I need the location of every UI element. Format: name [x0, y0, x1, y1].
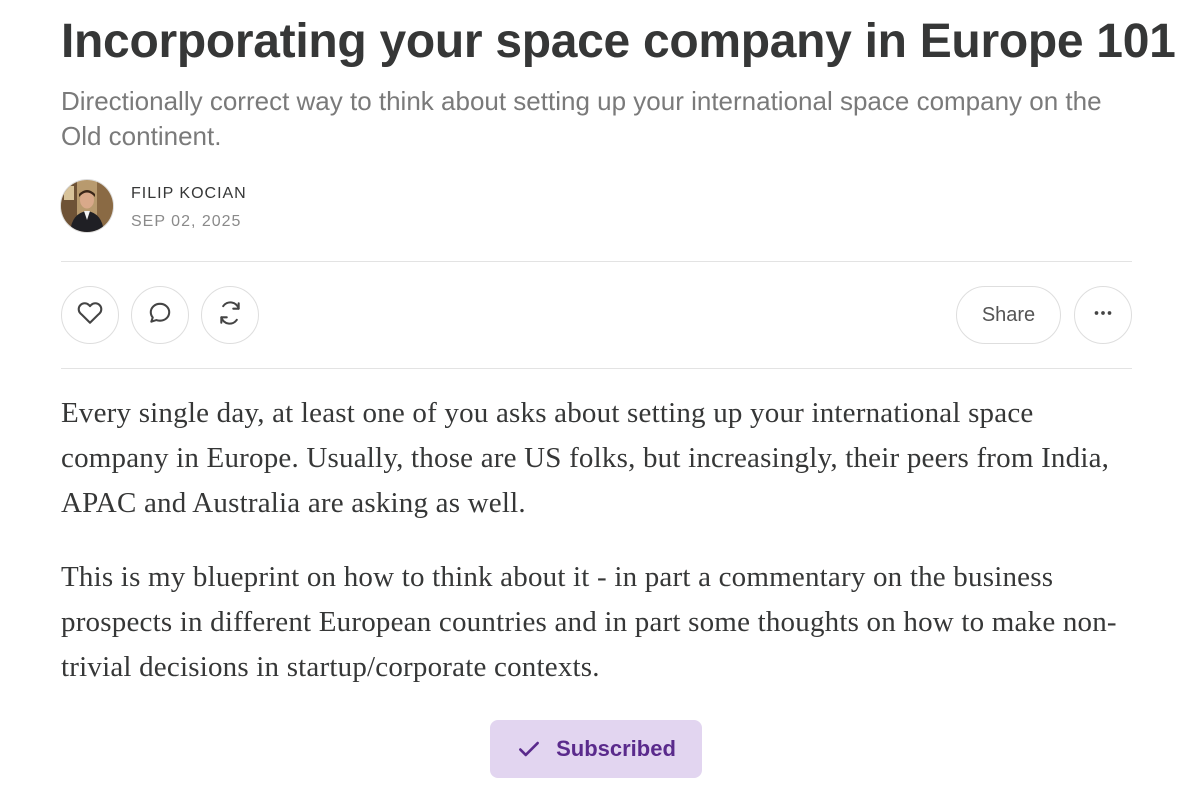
subscribed-button[interactable]: Subscribed — [490, 720, 702, 778]
author-name[interactable]: FILIP KOCIAN — [131, 185, 247, 203]
author-avatar[interactable] — [61, 180, 113, 232]
divider-bottom — [61, 368, 1132, 369]
body-paragraph: Every single day, at least one of you as… — [61, 397, 1110, 519]
article-title: Incorporating your space company in Euro… — [61, 15, 1176, 68]
comment-button[interactable] — [131, 286, 189, 344]
more-icon — [1090, 300, 1116, 331]
check-icon — [516, 736, 542, 762]
heart-icon — [77, 300, 103, 331]
like-button[interactable] — [61, 286, 119, 344]
subscribed-label: Subscribed — [556, 736, 676, 761]
more-options-button[interactable] — [1074, 286, 1132, 344]
publish-date: SEP 02, 2025 — [131, 213, 242, 230]
action-bar: Share — [61, 286, 1132, 344]
comment-icon — [147, 300, 173, 331]
body-paragraph: This is my blueprint on how to think abo… — [61, 561, 1117, 683]
restack-button[interactable] — [201, 286, 259, 344]
restack-icon — [217, 300, 243, 331]
divider-top — [61, 261, 1132, 262]
share-button[interactable]: Share — [956, 286, 1061, 344]
article-subtitle: Directionally correct way to think about… — [61, 86, 1102, 151]
